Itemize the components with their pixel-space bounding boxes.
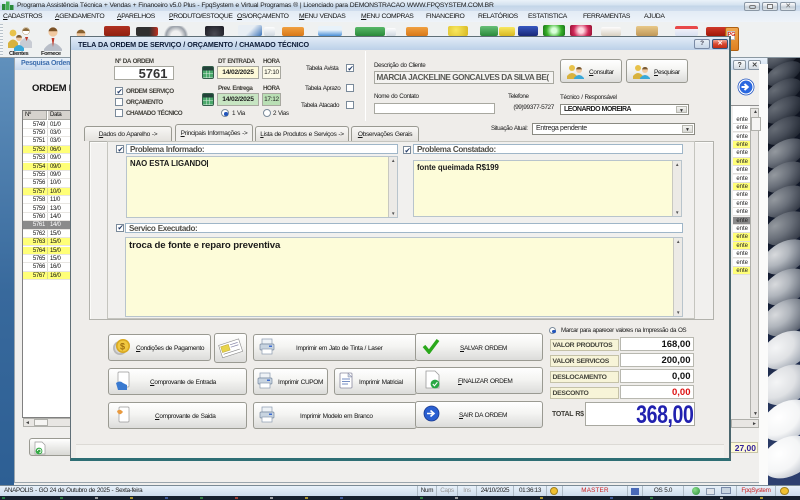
svg-text:$: $	[120, 342, 125, 352]
